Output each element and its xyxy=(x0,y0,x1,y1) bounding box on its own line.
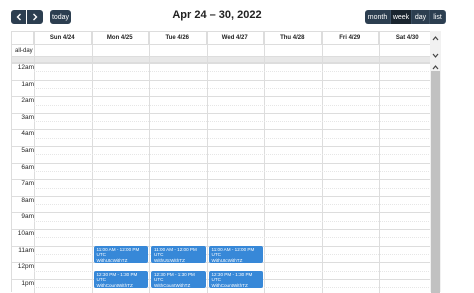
time-label: 6am xyxy=(21,163,34,171)
half-hour-line xyxy=(34,121,431,123)
hour-line xyxy=(12,179,431,181)
event-time: 12:30 PM - 1:30 PM UTC xyxy=(154,271,195,283)
time-label: 1am xyxy=(21,80,34,88)
view-switcher: month week day list xyxy=(365,10,446,24)
event-time: 11:00 AM - 12:00 PM UTC xyxy=(96,246,140,258)
view-list-button[interactable]: list xyxy=(430,10,446,24)
time-label: 12pm xyxy=(17,263,34,271)
chevron-left-icon xyxy=(16,13,21,21)
scrollbar[interactable] xyxy=(430,31,441,293)
calendar-event[interactable]: 12:30 PM - 1:30 PM UTC WithCountWithTZ xyxy=(93,270,148,289)
calendar-event[interactable]: 11:00 AM - 12:00 PM UTC WithUtcWithTZ xyxy=(208,245,263,264)
day-header: Mon 4/25 xyxy=(92,32,149,44)
calendar-toolbar: today Apr 24 – 30, 2022 month week day l… xyxy=(0,0,474,32)
time-grid: all-day Sun 4/24 Mon 4/25 Tue 4/26 Wed 4/27… xyxy=(11,31,438,293)
time-label: 8am xyxy=(21,196,34,204)
half-hour-line xyxy=(34,154,431,156)
day-header: Tue 4/26 xyxy=(149,32,207,44)
hour-line xyxy=(12,79,431,81)
day-header: Sat 4/30 xyxy=(379,32,437,44)
hour-line xyxy=(12,195,431,197)
half-hour-line xyxy=(34,220,431,222)
hour-line xyxy=(12,212,431,214)
hour-line xyxy=(12,63,431,64)
event-time: 11:00 AM - 12:00 PM UTC xyxy=(154,246,197,258)
hour-line xyxy=(12,112,431,114)
event-title: WithUtcWithTZ xyxy=(96,257,128,263)
event-title: WithUtcWithTZ xyxy=(211,257,243,263)
grid-line xyxy=(12,44,431,45)
day-header: Wed 4/27 xyxy=(207,32,264,44)
week-calendar: all-day Sun 4/24 Mon 4/25 Tue 4/26 Wed 4/27… xyxy=(11,31,441,293)
view-day-button[interactable]: day xyxy=(412,10,430,24)
view-week-button[interactable]: week xyxy=(391,10,412,24)
event-title: WithCountWithTZ xyxy=(96,282,133,288)
time-label: 2am xyxy=(21,97,34,105)
scroll-down-arrow-icon[interactable] xyxy=(430,50,441,60)
day-header: Fri 4/29 xyxy=(322,32,379,44)
calendar-event[interactable]: 12:30 PM - 1:30 PM UTC WithCountWithTZ xyxy=(151,270,206,289)
hour-line xyxy=(12,229,431,230)
view-month-button[interactable]: month xyxy=(365,10,391,24)
next-button[interactable] xyxy=(27,10,43,24)
calendar-event[interactable]: 12:30 PM - 1:30 PM UTC WithCountWithTZ xyxy=(208,270,263,289)
event-title: WithUtcWithTZ xyxy=(154,257,185,263)
half-hour-line xyxy=(34,71,431,73)
event-time: 11:00 AM - 12:00 PM UTC xyxy=(211,246,255,258)
hour-line xyxy=(12,96,431,98)
event-title: WithCountWithTZ xyxy=(211,282,248,288)
grid-line xyxy=(12,56,431,57)
time-label: 10am xyxy=(17,230,34,237)
event-time: 12:30 PM - 1:30 PM UTC xyxy=(211,271,253,283)
half-hour-line xyxy=(34,237,431,239)
scroll-up-arrow-icon[interactable] xyxy=(430,33,441,43)
time-label: 3am xyxy=(21,113,34,121)
half-hour-line xyxy=(34,204,431,206)
today-button[interactable]: today xyxy=(50,10,71,24)
time-label: 7am xyxy=(21,180,34,188)
hour-line xyxy=(12,162,431,164)
scrollbar-thumb[interactable] xyxy=(431,71,440,293)
prev-button[interactable] xyxy=(11,10,26,24)
time-label: 9am xyxy=(21,213,34,221)
time-label: 4am xyxy=(21,130,34,138)
time-axis-header xyxy=(12,32,34,44)
calendar-event[interactable]: 11:00 AM - 12:00 PM UTC WithUtcWithTZ xyxy=(151,245,206,264)
event-time: 12:30 PM - 1:30 PM UTC xyxy=(96,271,138,283)
calendar-event[interactable]: 11:00 AM - 12:00 PM UTC WithUtcWithTZ xyxy=(93,245,148,264)
half-hour-line xyxy=(34,187,431,189)
half-hour-line xyxy=(34,104,431,106)
time-label: 12am xyxy=(17,64,34,71)
half-hour-line xyxy=(34,170,431,172)
event-title: WithCountWithTZ xyxy=(154,282,191,288)
chevron-right-icon xyxy=(33,13,38,21)
hour-line xyxy=(12,146,431,147)
page-title: Apr 24 – 30, 2022 xyxy=(172,9,262,21)
time-label: 1pm xyxy=(21,279,34,287)
time-label: 11am xyxy=(18,246,34,254)
half-hour-line xyxy=(34,137,431,139)
day-header: Sun 4/24 xyxy=(34,32,92,44)
time-label: 5am xyxy=(21,147,34,154)
day-header: Thu 4/28 xyxy=(264,32,322,44)
hour-line xyxy=(12,129,431,131)
allday-label: all-day xyxy=(15,48,33,54)
half-hour-line xyxy=(34,87,431,89)
